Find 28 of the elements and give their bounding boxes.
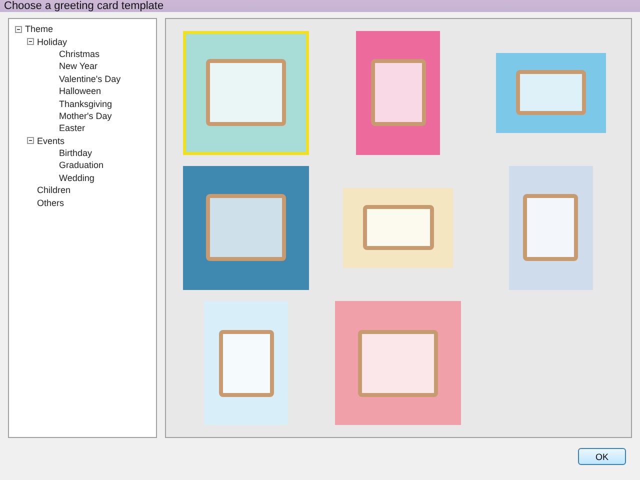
ok-button[interactable]: OK (578, 448, 626, 465)
tree-item[interactable]: Valentine's Day (59, 74, 121, 84)
tree-item[interactable]: Wedding (59, 172, 94, 183)
tree-item[interactable]: Graduation (59, 160, 104, 170)
card-thumbnail[interactable] (496, 52, 606, 133)
tree-item[interactable]: Birthday (59, 148, 92, 158)
collapse-toggle-icon[interactable] (15, 26, 22, 33)
card-thumbnail[interactable] (356, 30, 440, 155)
tree-item[interactable]: Thanksgiving (59, 98, 112, 109)
window-title: Choose a greeting card template (0, 0, 640, 12)
tree-item[interactable]: Theme (25, 24, 54, 34)
collapse-toggle-icon[interactable] (27, 38, 34, 46)
card-thumbnail[interactable] (343, 188, 454, 268)
collapse-toggle-icon[interactable] (27, 137, 34, 144)
tree-item[interactable]: Christmas (59, 48, 100, 59)
tree-item[interactable]: Children (37, 185, 71, 196)
card-thumbnail[interactable] (183, 166, 310, 290)
card-thumbnail[interactable] (508, 166, 593, 290)
tree-item[interactable]: Halloween (59, 86, 102, 96)
card-thumbnail[interactable] (335, 301, 462, 426)
tree-item[interactable]: Events (37, 136, 65, 146)
card-thumbnail[interactable] (183, 30, 310, 155)
card-thumbnail[interactable] (204, 301, 288, 426)
tree-item[interactable]: Easter (59, 123, 86, 134)
tree-item[interactable]: Others (37, 198, 64, 208)
tree-item[interactable]: New Year (59, 61, 98, 72)
tree-item[interactable]: Mother's Day (59, 110, 112, 121)
tree-item[interactable]: Holiday (37, 36, 68, 47)
